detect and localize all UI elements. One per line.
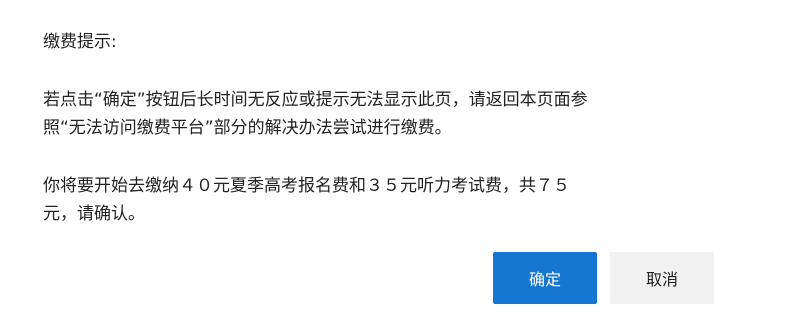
fee-summary-line-1: 你将要开始去缴纳４０元夏季高考报名费和３５元听力考试费，共７５: [43, 176, 570, 196]
fee-summary-line-2: 元，请确认。: [43, 204, 145, 224]
payment-confirm-dialog: 缴费提示: 若点击“确定”按钮后长时间无反应或提示无法显示此页，请返回本页面参 …: [0, 0, 786, 331]
timeout-hint-line-1: 若点击“确定”按钮后长时间无反应或提示无法显示此页，请返回本页面参: [43, 90, 588, 110]
fee-summary-paragraph: 你将要开始去缴纳４０元夏季高考报名费和３５元听力考试费，共７５ 元，请确认。: [43, 172, 743, 228]
timeout-hint-line-2: 照“无法访问缴费平台”部分的解决办法尝试进行缴费。: [43, 118, 452, 138]
dialog-title: 缴费提示:: [43, 32, 117, 52]
confirm-button[interactable]: 确定: [493, 252, 597, 304]
cancel-button[interactable]: 取消: [610, 252, 714, 304]
timeout-hint-paragraph: 若点击“确定”按钮后长时间无反应或提示无法显示此页，请返回本页面参 照“无法访问…: [43, 86, 743, 142]
